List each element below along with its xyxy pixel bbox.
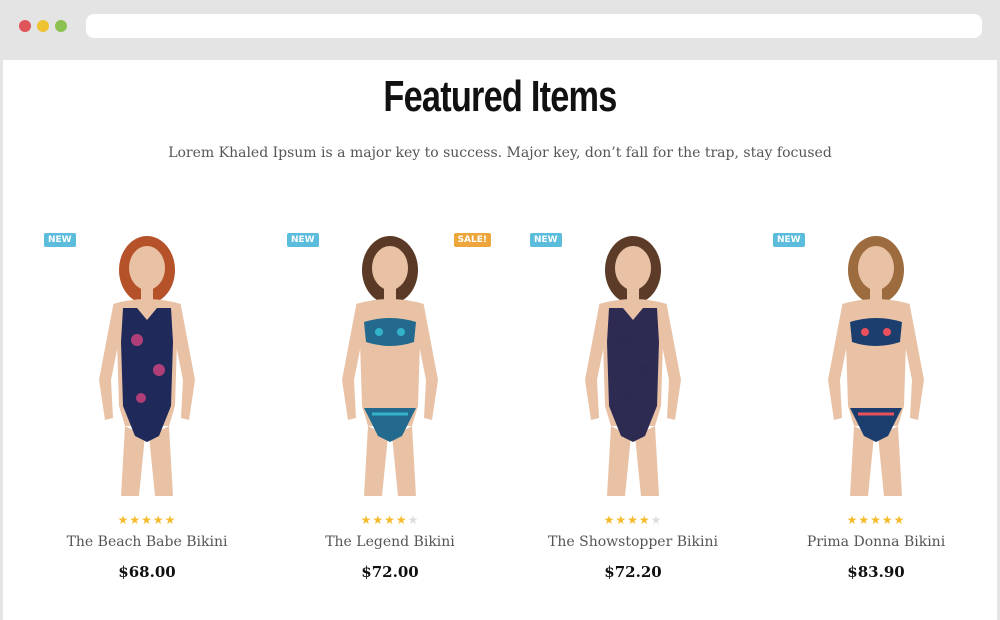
product-name[interactable]: Prima Donna Bikini bbox=[750, 534, 1000, 550]
product-name[interactable]: The Beach Babe Bikini bbox=[21, 534, 273, 550]
star-filled-icon: ★ bbox=[164, 513, 177, 527]
product-image[interactable] bbox=[41, 230, 253, 496]
product-price: $72.20 bbox=[604, 563, 662, 581]
star-filled-icon: ★ bbox=[129, 513, 142, 527]
sale-badge: SALE! bbox=[453, 233, 491, 247]
browser-chrome bbox=[0, 0, 1000, 52]
bikini-top bbox=[364, 318, 416, 346]
star-empty-icon: ★ bbox=[407, 513, 420, 527]
model-illustration bbox=[342, 236, 438, 496]
star-rating: ★★★★★ bbox=[770, 513, 982, 527]
product-card[interactable]: NEW ★★★★★ Prima Donna Bikini $83.90 bbox=[770, 230, 982, 590]
product-price: $83.90 bbox=[847, 563, 905, 581]
page-title: Featured Items bbox=[383, 72, 617, 121]
star-rating: ★★★★★ bbox=[41, 513, 253, 527]
page-content: Featured Items Lorem Khaled Ipsum is a m… bbox=[3, 60, 997, 620]
product-image[interactable] bbox=[527, 230, 739, 496]
new-badge: NEW bbox=[530, 233, 562, 247]
product-image[interactable] bbox=[770, 230, 982, 496]
window-maximize-dot[interactable] bbox=[55, 20, 67, 32]
new-badge: NEW bbox=[287, 233, 319, 247]
product-name[interactable]: The Legend Bikini bbox=[264, 534, 516, 550]
star-filled-icon: ★ bbox=[372, 513, 385, 527]
bikini-top bbox=[850, 318, 902, 346]
star-filled-icon: ★ bbox=[858, 513, 871, 527]
star-filled-icon: ★ bbox=[384, 513, 396, 527]
product-image[interactable] bbox=[284, 230, 496, 496]
star-filled-icon: ★ bbox=[870, 513, 882, 527]
product-card[interactable]: NEW SALE! ★★★★★ The Legend Bikini $72.00 bbox=[284, 230, 496, 590]
star-rating: ★★★★★ bbox=[527, 513, 739, 527]
star-filled-icon: ★ bbox=[846, 513, 859, 527]
star-rating: ★★★★★ bbox=[284, 513, 496, 527]
star-filled-icon: ★ bbox=[117, 513, 130, 527]
product-name[interactable]: The Showstopper Bikini bbox=[507, 534, 759, 550]
star-filled-icon: ★ bbox=[152, 513, 165, 527]
star-filled-icon: ★ bbox=[603, 513, 616, 527]
product-price: $72.00 bbox=[361, 563, 419, 581]
product-grid: NEW ★★★★★ The Beach Babe Bikini $68.00 N… bbox=[41, 230, 982, 590]
model-illustration bbox=[585, 236, 681, 496]
product-card[interactable]: NEW ★★★★★ The Beach Babe Bikini $68.00 bbox=[41, 230, 253, 590]
new-badge: NEW bbox=[44, 233, 76, 247]
window-minimize-dot[interactable] bbox=[37, 20, 49, 32]
window-close-dot[interactable] bbox=[19, 20, 31, 32]
model-illustration bbox=[99, 236, 195, 496]
page-subtitle: Lorem Khaled Ipsum is a major key to suc… bbox=[168, 145, 832, 161]
star-filled-icon: ★ bbox=[615, 513, 628, 527]
star-filled-icon: ★ bbox=[360, 513, 373, 527]
product-price: $68.00 bbox=[118, 563, 176, 581]
address-bar[interactable] bbox=[86, 14, 982, 38]
star-filled-icon: ★ bbox=[881, 513, 894, 527]
star-filled-icon: ★ bbox=[141, 513, 153, 527]
star-filled-icon: ★ bbox=[627, 513, 639, 527]
product-card[interactable]: NEW ★★★★★ The Showstopper Bikini $72.20 bbox=[527, 230, 739, 590]
model-illustration bbox=[828, 236, 924, 496]
star-filled-icon: ★ bbox=[638, 513, 651, 527]
star-filled-icon: ★ bbox=[893, 513, 906, 527]
new-badge: NEW bbox=[773, 233, 805, 247]
star-filled-icon: ★ bbox=[395, 513, 408, 527]
star-empty-icon: ★ bbox=[650, 513, 663, 527]
